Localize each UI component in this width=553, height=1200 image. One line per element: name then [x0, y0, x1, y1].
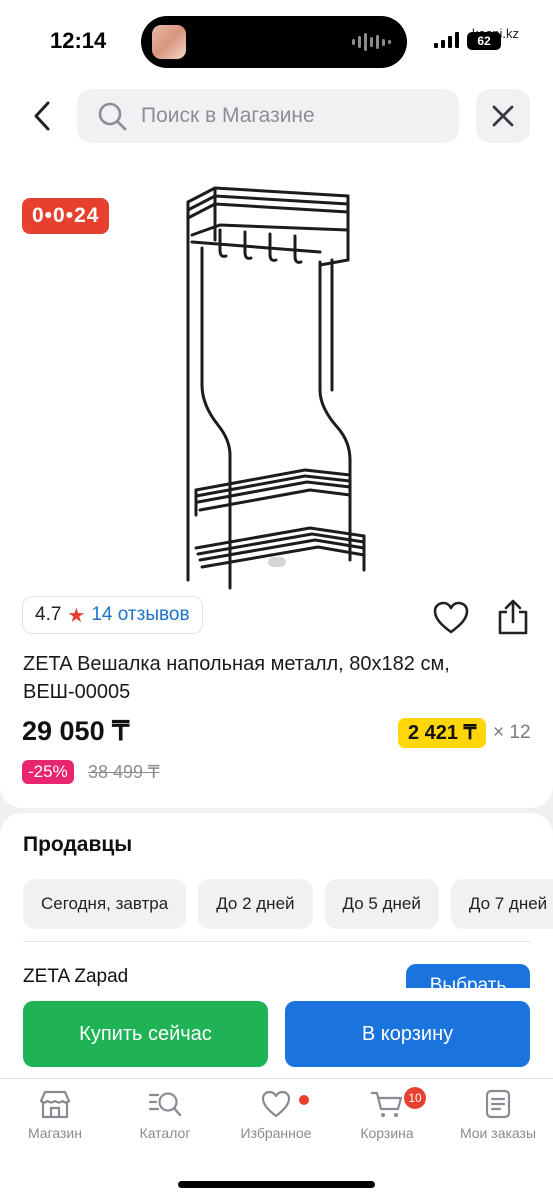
- status-bar: 12:14 kaspi.kz 62: [0, 0, 553, 80]
- installment-badge[interactable]: 2 421 ₸: [398, 718, 487, 748]
- tab-catalog[interactable]: Каталог: [110, 1089, 220, 1141]
- orders-icon: [485, 1089, 511, 1119]
- signal-icon: [434, 32, 459, 48]
- buy-now-button[interactable]: Купить сейчас: [23, 1001, 268, 1067]
- dynamic-island[interactable]: [141, 16, 407, 68]
- store-icon: [39, 1090, 71, 1119]
- tab-label: Корзина: [360, 1125, 414, 1141]
- back-button[interactable]: [26, 96, 58, 136]
- product-price: 29 050 ₸: [22, 716, 130, 746]
- home-indicator[interactable]: [178, 1181, 375, 1188]
- tab-label: Магазин: [27, 1125, 82, 1141]
- add-to-cart-button[interactable]: В корзину: [285, 1001, 530, 1067]
- reviews-link[interactable]: 14 отзывов: [91, 604, 189, 626]
- sellers-title: Продавцы: [23, 833, 133, 856]
- audio-waveform-icon: [352, 33, 391, 51]
- close-icon: [492, 105, 514, 127]
- cart-icon: [370, 1091, 403, 1117]
- search-placeholder: Поиск в Магазине: [141, 104, 315, 127]
- tab-favorites[interactable]: Избранное: [221, 1089, 331, 1141]
- tab-label: Избранное: [240, 1125, 312, 1141]
- divider: [23, 941, 530, 942]
- installment-months: × 12: [493, 722, 531, 743]
- promo-timer-badge: 0•0•24: [22, 198, 110, 234]
- tab-label: Каталог: [139, 1125, 191, 1141]
- status-time: 12:14: [50, 28, 107, 53]
- tab-store[interactable]: Магазин: [0, 1089, 110, 1141]
- image-pager-dot[interactable]: [268, 557, 286, 567]
- chevron-left-icon: [34, 101, 50, 131]
- bottom-tab-bar: Магазин Каталог Избранное 10 Корзина Мои…: [0, 1078, 553, 1200]
- delivery-filter-chips: Сегодня, завтра До 2 дней До 5 дней До 7…: [23, 879, 553, 929]
- chip-5-days[interactable]: До 5 дней: [324, 879, 439, 929]
- star-icon: ★: [67, 604, 86, 627]
- chip-today-tomorrow[interactable]: Сегодня, завтра: [23, 879, 187, 929]
- share-icon[interactable]: [495, 598, 531, 636]
- heart-icon: [261, 1090, 291, 1118]
- search-input[interactable]: Поиск в Магазине: [77, 89, 459, 143]
- now-playing-artwork: [152, 25, 186, 59]
- old-price: 38 499 ₸: [88, 762, 160, 782]
- tab-my-orders[interactable]: Мои заказы: [443, 1089, 553, 1141]
- search-header: Поиск в Магазине: [0, 80, 553, 160]
- chip-2-days[interactable]: До 2 дней: [198, 879, 313, 929]
- heart-icon[interactable]: [432, 600, 470, 636]
- search-icon: [95, 99, 129, 133]
- catalog-search-icon: [148, 1092, 182, 1117]
- rating-score: 4.7: [35, 604, 62, 625]
- seller-name[interactable]: ZETA Zapad: [23, 966, 128, 988]
- battery-icon: 62: [467, 32, 501, 50]
- tab-label: Мои заказы: [459, 1125, 537, 1141]
- product-title: ZETA Вешалка напольная металл, 80x182 см…: [23, 653, 450, 703]
- product-image[interactable]: [170, 170, 380, 590]
- tab-cart[interactable]: 10 Корзина: [332, 1087, 442, 1141]
- cart-count-badge: 10: [404, 1087, 426, 1109]
- rating-badge[interactable]: 4.7 ★ 14 отзывов: [22, 596, 203, 634]
- favorites-dot-badge: [299, 1095, 309, 1105]
- action-bar: Купить сейчас В корзину: [0, 988, 553, 1078]
- chip-7-days[interactable]: До 7 дней: [450, 879, 553, 929]
- close-search-button[interactable]: [476, 89, 530, 143]
- product-card: 0•0•24 4.7 ★ 14 отзывов ZETA Вешалка нап…: [0, 160, 553, 808]
- discount-badge: -25%: [22, 760, 74, 784]
